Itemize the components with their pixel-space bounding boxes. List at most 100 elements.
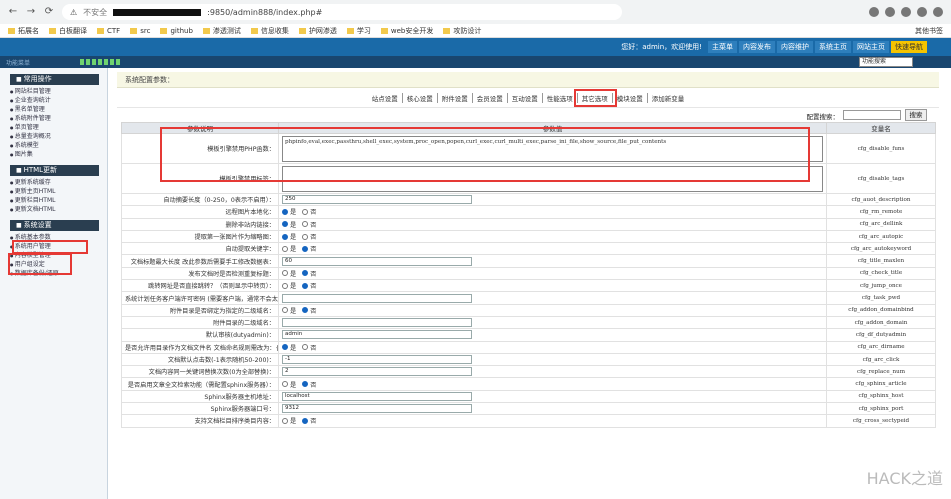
extension-icon[interactable]: [901, 7, 911, 17]
sidebar-item[interactable]: 企业查询统计: [0, 96, 107, 105]
tab-2[interactable]: 附件设置: [438, 92, 473, 103]
sidebar-section-title[interactable]: 常用操作: [10, 74, 99, 85]
top-nav-link[interactable]: 内容维护: [777, 41, 813, 53]
quick-icons[interactable]: [80, 59, 120, 65]
sidebar-item[interactable]: 更新主页HTML: [0, 187, 107, 196]
radio-yes[interactable]: [282, 208, 288, 215]
config-input[interactable]: 60: [282, 256, 472, 266]
tab-5[interactable]: 性能选项: [543, 92, 578, 103]
reload-icon[interactable]: ⟳: [44, 7, 54, 17]
config-row: 支持文档栏目排序类目内容：是否 cfg_cross_sectypeid: [121, 414, 936, 428]
config-label: 默认审核(dutyadmin)：: [121, 328, 279, 342]
sidebar-section-title[interactable]: 系统设置: [10, 220, 99, 231]
config-input[interactable]: localhost: [282, 391, 472, 401]
extension-icon[interactable]: [869, 7, 879, 17]
tab-6[interactable]: 其它选项: [573, 88, 617, 107]
top-nav-link[interactable]: 系统主页: [815, 41, 851, 53]
config-value-cell: admin: [278, 328, 827, 342]
radio-yes[interactable]: [282, 344, 288, 351]
radio-no[interactable]: [302, 208, 309, 215]
top-nav-link[interactable]: 主菜单: [708, 41, 737, 53]
tab-7[interactable]: 模块设置: [613, 92, 648, 103]
sidebar-item[interactable]: 更新系统缓存: [0, 178, 107, 187]
forward-icon[interactable]: →: [26, 7, 36, 17]
config-input[interactable]: -1: [282, 355, 472, 364]
sidebar-item[interactable]: 图片集: [0, 150, 107, 159]
radio-no[interactable]: [302, 307, 309, 314]
bookmark-item[interactable]: 渗透测试: [202, 26, 241, 36]
bookmark-item[interactable]: 学习: [346, 26, 371, 36]
config-input[interactable]: [282, 318, 472, 328]
radio-no-label: 否: [310, 234, 317, 242]
radio-yes[interactable]: [282, 245, 288, 252]
sidebar-item[interactable]: 黑名单管理: [0, 105, 107, 114]
radio-yes[interactable]: [282, 307, 288, 314]
search-button[interactable]: 搜索: [905, 109, 927, 121]
bookmark-item[interactable]: 护网渗透: [298, 26, 337, 36]
radio-no[interactable]: [302, 344, 309, 351]
radio-yes[interactable]: [282, 221, 288, 228]
sidebar-item[interactable]: 更新栏目HTML: [0, 196, 107, 205]
function-search-select[interactable]: 功能搜索: [859, 57, 913, 67]
radio-no[interactable]: [302, 233, 309, 240]
radio-yes-label: 是: [290, 307, 297, 315]
radio-yes[interactable]: [282, 381, 288, 388]
config-row: 提取第一张图片作为缩略图：是否 cfg_arc_autopic: [121, 229, 936, 244]
config-input[interactable]: 250: [282, 195, 472, 205]
sidebar-item[interactable]: 单页管理: [0, 123, 107, 132]
bookmark-label: 白板翻译: [59, 26, 87, 35]
config-row: 附件目录的二级域名： cfg_addon_domain: [121, 315, 936, 330]
sidebar-item[interactable]: 系统模型: [0, 141, 107, 150]
bookmark-item[interactable]: 拓展名: [8, 26, 39, 36]
config-search-input[interactable]: [843, 110, 901, 120]
radio-yes-label: 是: [290, 344, 297, 352]
sidebar-item[interactable]: 更新文档HTML: [0, 205, 107, 214]
extension-icon[interactable]: [917, 7, 927, 17]
config-input[interactable]: admin: [282, 330, 472, 340]
radio-yes[interactable]: [282, 417, 288, 424]
bookmark-item[interactable]: 攻防设计: [443, 26, 481, 36]
top-nav-link[interactable]: 内容发布: [739, 41, 775, 53]
radio-no[interactable]: [302, 381, 309, 388]
tab-1[interactable]: 核心设置: [403, 92, 438, 103]
menu-icon[interactable]: [933, 7, 943, 17]
extension-icon[interactable]: [885, 7, 895, 17]
radio-yes[interactable]: [282, 270, 288, 277]
bookmark-item[interactable]: src: [130, 27, 150, 35]
radio-yes[interactable]: [282, 282, 288, 289]
config-var-name: cfg_sphinx_host: [826, 389, 936, 404]
config-var-name: cfg_title_maxlen: [826, 254, 936, 268]
bookmark-item[interactable]: web安全开发: [380, 26, 433, 36]
tab-3[interactable]: 会员设置: [473, 92, 508, 103]
quick-nav-button[interactable]: 快速导航: [891, 41, 927, 53]
bookmark-item[interactable]: 白板翻译: [49, 26, 87, 36]
sidebar-section-title[interactable]: HTML更新: [10, 165, 99, 176]
radio-no[interactable]: [302, 282, 309, 289]
sidebar-item[interactable]: 系统附件管理: [0, 114, 107, 123]
back-icon[interactable]: ←: [8, 7, 18, 17]
sidebar-item[interactable]: 网站栏目管理: [0, 87, 107, 96]
radio-no[interactable]: [302, 245, 309, 252]
config-value-cell: 是否: [278, 205, 827, 219]
config-input[interactable]: [282, 293, 472, 303]
tab-4[interactable]: 互动设置: [508, 92, 543, 103]
bookmark-item[interactable]: CTF: [97, 27, 120, 35]
config-input[interactable]: 2: [282, 367, 472, 377]
bookmark-item[interactable]: github: [160, 27, 193, 35]
config-value-cell: -1: [278, 352, 827, 367]
config-value-cell: [278, 291, 827, 305]
bookmark-item[interactable]: 信息收集: [250, 26, 289, 36]
tab-0[interactable]: 站点设置: [368, 92, 403, 103]
top-nav-link[interactable]: 网站主页: [853, 41, 889, 53]
radio-yes[interactable]: [282, 233, 288, 240]
sidebar-item[interactable]: 总量查询概况: [0, 132, 107, 141]
tab-8[interactable]: 添加新变量: [648, 93, 689, 103]
folder-icon: [49, 27, 56, 34]
radio-no[interactable]: [302, 417, 309, 424]
radio-no[interactable]: [302, 270, 309, 277]
bookmark-other[interactable]: 其他书签: [915, 26, 943, 36]
radio-no[interactable]: [302, 221, 309, 228]
config-row: 系统计划任务客户端许可密码 (需要客户端，通常不会太重要)： cfg_task_p…: [121, 291, 936, 305]
config-input[interactable]: 9312: [282, 404, 472, 414]
address-bar[interactable]: ⚠ 不安全 :9850/admin888/index.php#: [62, 4, 622, 20]
